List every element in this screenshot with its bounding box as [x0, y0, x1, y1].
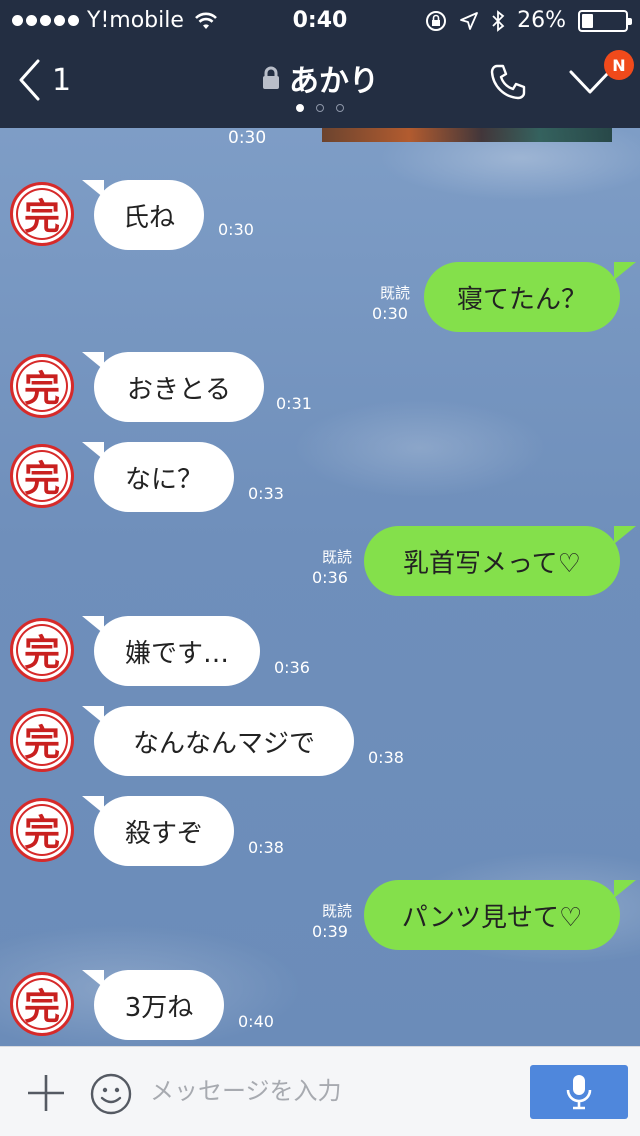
page-dot: [336, 104, 344, 112]
location-icon: [460, 11, 478, 30]
message-time: 0:30: [218, 220, 254, 239]
avatar[interactable]: 完: [10, 444, 74, 508]
message-time: 0:33: [248, 484, 284, 503]
message-input-bar: [0, 1046, 640, 1136]
status-bar: Y!mobile 0:40 26%: [0, 0, 640, 40]
incoming-message-bubble[interactable]: 氏ね: [94, 180, 204, 250]
outgoing-message-bubble[interactable]: 寝てたん？: [424, 262, 620, 332]
avatar[interactable]: 完: [10, 798, 74, 862]
message-time: 0:38: [368, 748, 404, 767]
incoming-message-bubble[interactable]: 嫌です…: [94, 616, 260, 686]
incoming-message-bubble[interactable]: なに？: [94, 442, 234, 512]
message-time: 0:30: [228, 128, 267, 148]
battery-percent: 26%: [517, 8, 566, 33]
message-time: 0:38: [248, 838, 284, 857]
battery-icon: [578, 9, 632, 32]
chat-title: あかり: [289, 64, 379, 99]
rotation-lock-icon: [426, 10, 447, 31]
read-receipt: 既読: [321, 902, 352, 920]
bluetooth-icon: [492, 9, 505, 32]
avatar[interactable]: 完: [10, 972, 74, 1036]
top-bar: Y!mobile 0:40 26% 1 あかり N: [0, 0, 640, 128]
smiley-icon: [90, 1073, 132, 1115]
message-time: 0:36: [274, 658, 310, 677]
message-input[interactable]: [150, 1069, 510, 1113]
outgoing-message-bubble[interactable]: 乳首写メって♡: [364, 526, 620, 596]
chat-header: 1 あかり N: [0, 40, 640, 128]
message-time: 0:30: [372, 304, 408, 323]
chat-title-area[interactable]: あかり: [0, 56, 640, 100]
chat-area[interactable]: 0:30 完 氏ね 0:30 寝てたん？ 既読 0:30 完 おきとる 0:31…: [0, 128, 640, 1046]
sticker-image[interactable]: [322, 128, 612, 142]
page-indicator: [0, 104, 640, 112]
plus-icon: [28, 1075, 64, 1111]
avatar[interactable]: 完: [10, 618, 74, 682]
avatar[interactable]: 完: [10, 708, 74, 772]
message-time: 0:36: [312, 568, 348, 587]
add-attachment-button[interactable]: [26, 1073, 66, 1117]
incoming-message-bubble[interactable]: 殺すぞ: [94, 796, 234, 866]
notification-badge: N: [604, 50, 634, 80]
message-time: 0:39: [312, 922, 348, 941]
voice-message-button[interactable]: [530, 1065, 628, 1119]
emoji-button[interactable]: [90, 1073, 132, 1119]
read-receipt: 既読: [379, 284, 410, 302]
incoming-message-bubble[interactable]: おきとる: [94, 352, 264, 422]
page-dot: [316, 104, 324, 112]
microphone-icon: [566, 1075, 592, 1110]
incoming-message-bubble[interactable]: 3万ね: [94, 970, 224, 1040]
incoming-message-bubble[interactable]: なんなんマジで: [94, 706, 354, 776]
call-button[interactable]: [488, 62, 528, 106]
phone-icon: [490, 64, 526, 100]
page-dot: [296, 104, 304, 112]
read-receipt: 既読: [321, 548, 352, 566]
message-time: 0:31: [276, 394, 312, 413]
outgoing-message-bubble[interactable]: パンツ見せて♡: [364, 880, 620, 950]
avatar[interactable]: 完: [10, 354, 74, 418]
lock-icon: [263, 66, 279, 89]
message-time: 0:40: [238, 1012, 274, 1031]
avatar[interactable]: 完: [10, 182, 74, 246]
